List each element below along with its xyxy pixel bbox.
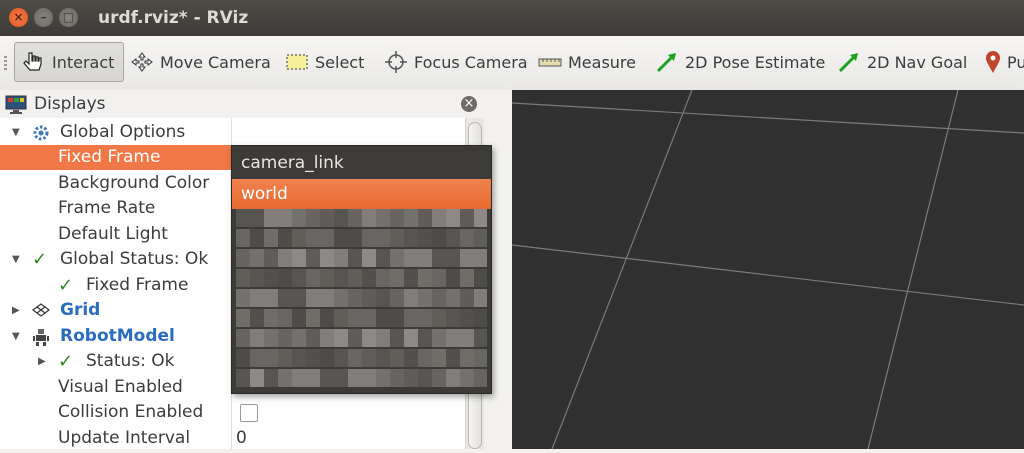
interact-tool-label: Interact: [52, 52, 115, 72]
crosshair-icon: [385, 51, 407, 73]
measure-tool-label: Measure: [568, 52, 636, 72]
title-bar: × – □ urdf.rviz* - RViz: [0, 0, 1024, 36]
2d-nav-goal-tool-label: 2D Nav Goal: [867, 52, 968, 72]
monitor-icon: [5, 95, 27, 114]
move-camera-tool-button[interactable]: Move Camera: [125, 42, 276, 82]
tree-row-global-options[interactable]: ▼ Global Options: [0, 120, 465, 145]
tree-row-label: Frame Rate: [58, 198, 156, 218]
2d-nav-goal-tool-button[interactable]: 2D Nav Goal: [832, 42, 972, 82]
robot-icon: [33, 329, 49, 346]
green-arrow-icon: [656, 53, 676, 73]
tree-row-label: Fixed Frame: [58, 147, 161, 167]
window-title: urdf.rviz* - RViz: [98, 8, 249, 28]
expand-arrow-icon[interactable]: ▼: [12, 247, 20, 272]
pixelated-options-region: [236, 209, 487, 387]
tree-row-label: Visual Enabled: [58, 377, 183, 397]
ruler-icon: [538, 58, 562, 67]
tree-row-label: Grid: [60, 300, 101, 320]
grid-lines: [511, 89, 1024, 450]
expand-arrow-icon[interactable]: ▼: [12, 324, 20, 349]
focus-camera-tool-button[interactable]: Focus Camera: [379, 42, 533, 82]
collision-enabled-checkbox[interactable]: [240, 404, 258, 422]
tree-row-label: Default Light: [58, 224, 168, 244]
select-box-icon: [286, 54, 308, 70]
window-close-button[interactable]: ×: [9, 8, 28, 27]
render-3d-view[interactable]: [511, 89, 1024, 450]
tree-row-update-interval[interactable]: Update Interval 0: [0, 426, 465, 449]
measure-tool-button[interactable]: Measure: [533, 42, 641, 82]
publish-point-tool-label: Pu: [1007, 52, 1024, 72]
window-maximize-button[interactable]: □: [59, 8, 78, 27]
tree-row-collision-enabled[interactable]: Collision Enabled: [0, 400, 465, 425]
displays-panel-title: Displays: [34, 94, 106, 114]
tree-row-label: Background Color: [58, 173, 210, 193]
expand-arrow-icon[interactable]: ▼: [12, 120, 20, 145]
update-interval-value[interactable]: 0: [236, 426, 247, 449]
checkmark-icon: ✓: [58, 351, 74, 372]
publish-point-tool-button[interactable]: Pu: [980, 42, 1024, 82]
tree-row-label: Fixed Frame: [86, 275, 189, 295]
tree-row-label: RobotModel: [60, 326, 175, 346]
interact-tool-button[interactable]: Interact: [14, 42, 124, 82]
collapse-arrow-icon[interactable]: ▶: [38, 349, 46, 374]
select-tool-label: Select: [315, 52, 365, 72]
green-arrow-icon: [838, 53, 858, 73]
checkmark-icon: ✓: [58, 275, 74, 296]
toolbar-grip[interactable]: [4, 56, 7, 70]
select-tool-button[interactable]: Select: [280, 42, 369, 82]
tree-row-label: Collision Enabled: [58, 402, 204, 422]
map-pin-icon: [986, 51, 1000, 73]
move-camera-icon: [131, 52, 153, 72]
displays-panel-header: Displays ×: [0, 90, 484, 118]
dropdown-option-world[interactable]: world: [232, 179, 491, 209]
2d-pose-estimate-tool-button[interactable]: 2D Pose Estimate: [650, 42, 830, 82]
tool-toolbar: Interact Move Camera Select Focus Camera…: [0, 36, 1024, 91]
move-camera-tool-label: Move Camera: [160, 52, 271, 72]
fixed-frame-dropdown[interactable]: camera_link world: [231, 145, 492, 394]
checkmark-icon: ✓: [32, 249, 48, 270]
tree-row-label: Global Status: Ok: [60, 249, 209, 269]
tree-row-label: Update Interval: [58, 428, 191, 448]
tree-row-label: Global Options: [60, 122, 186, 142]
tree-row-fixed-frame[interactable]: Fixed Frame: [0, 145, 231, 170]
tree-row-label: Status: Ok: [86, 351, 175, 371]
hand-pointer-icon: [23, 52, 42, 71]
focus-camera-tool-label: Focus Camera: [414, 52, 528, 72]
grid-icon: [32, 303, 50, 317]
collapse-arrow-icon[interactable]: ▶: [12, 298, 20, 323]
window-minimize-button[interactable]: –: [34, 8, 53, 27]
dropdown-option-camera-link[interactable]: camera_link: [232, 148, 491, 178]
gear-icon: [33, 125, 49, 141]
displays-close-button[interactable]: ×: [461, 96, 477, 112]
2d-pose-estimate-tool-label: 2D Pose Estimate: [685, 52, 826, 72]
